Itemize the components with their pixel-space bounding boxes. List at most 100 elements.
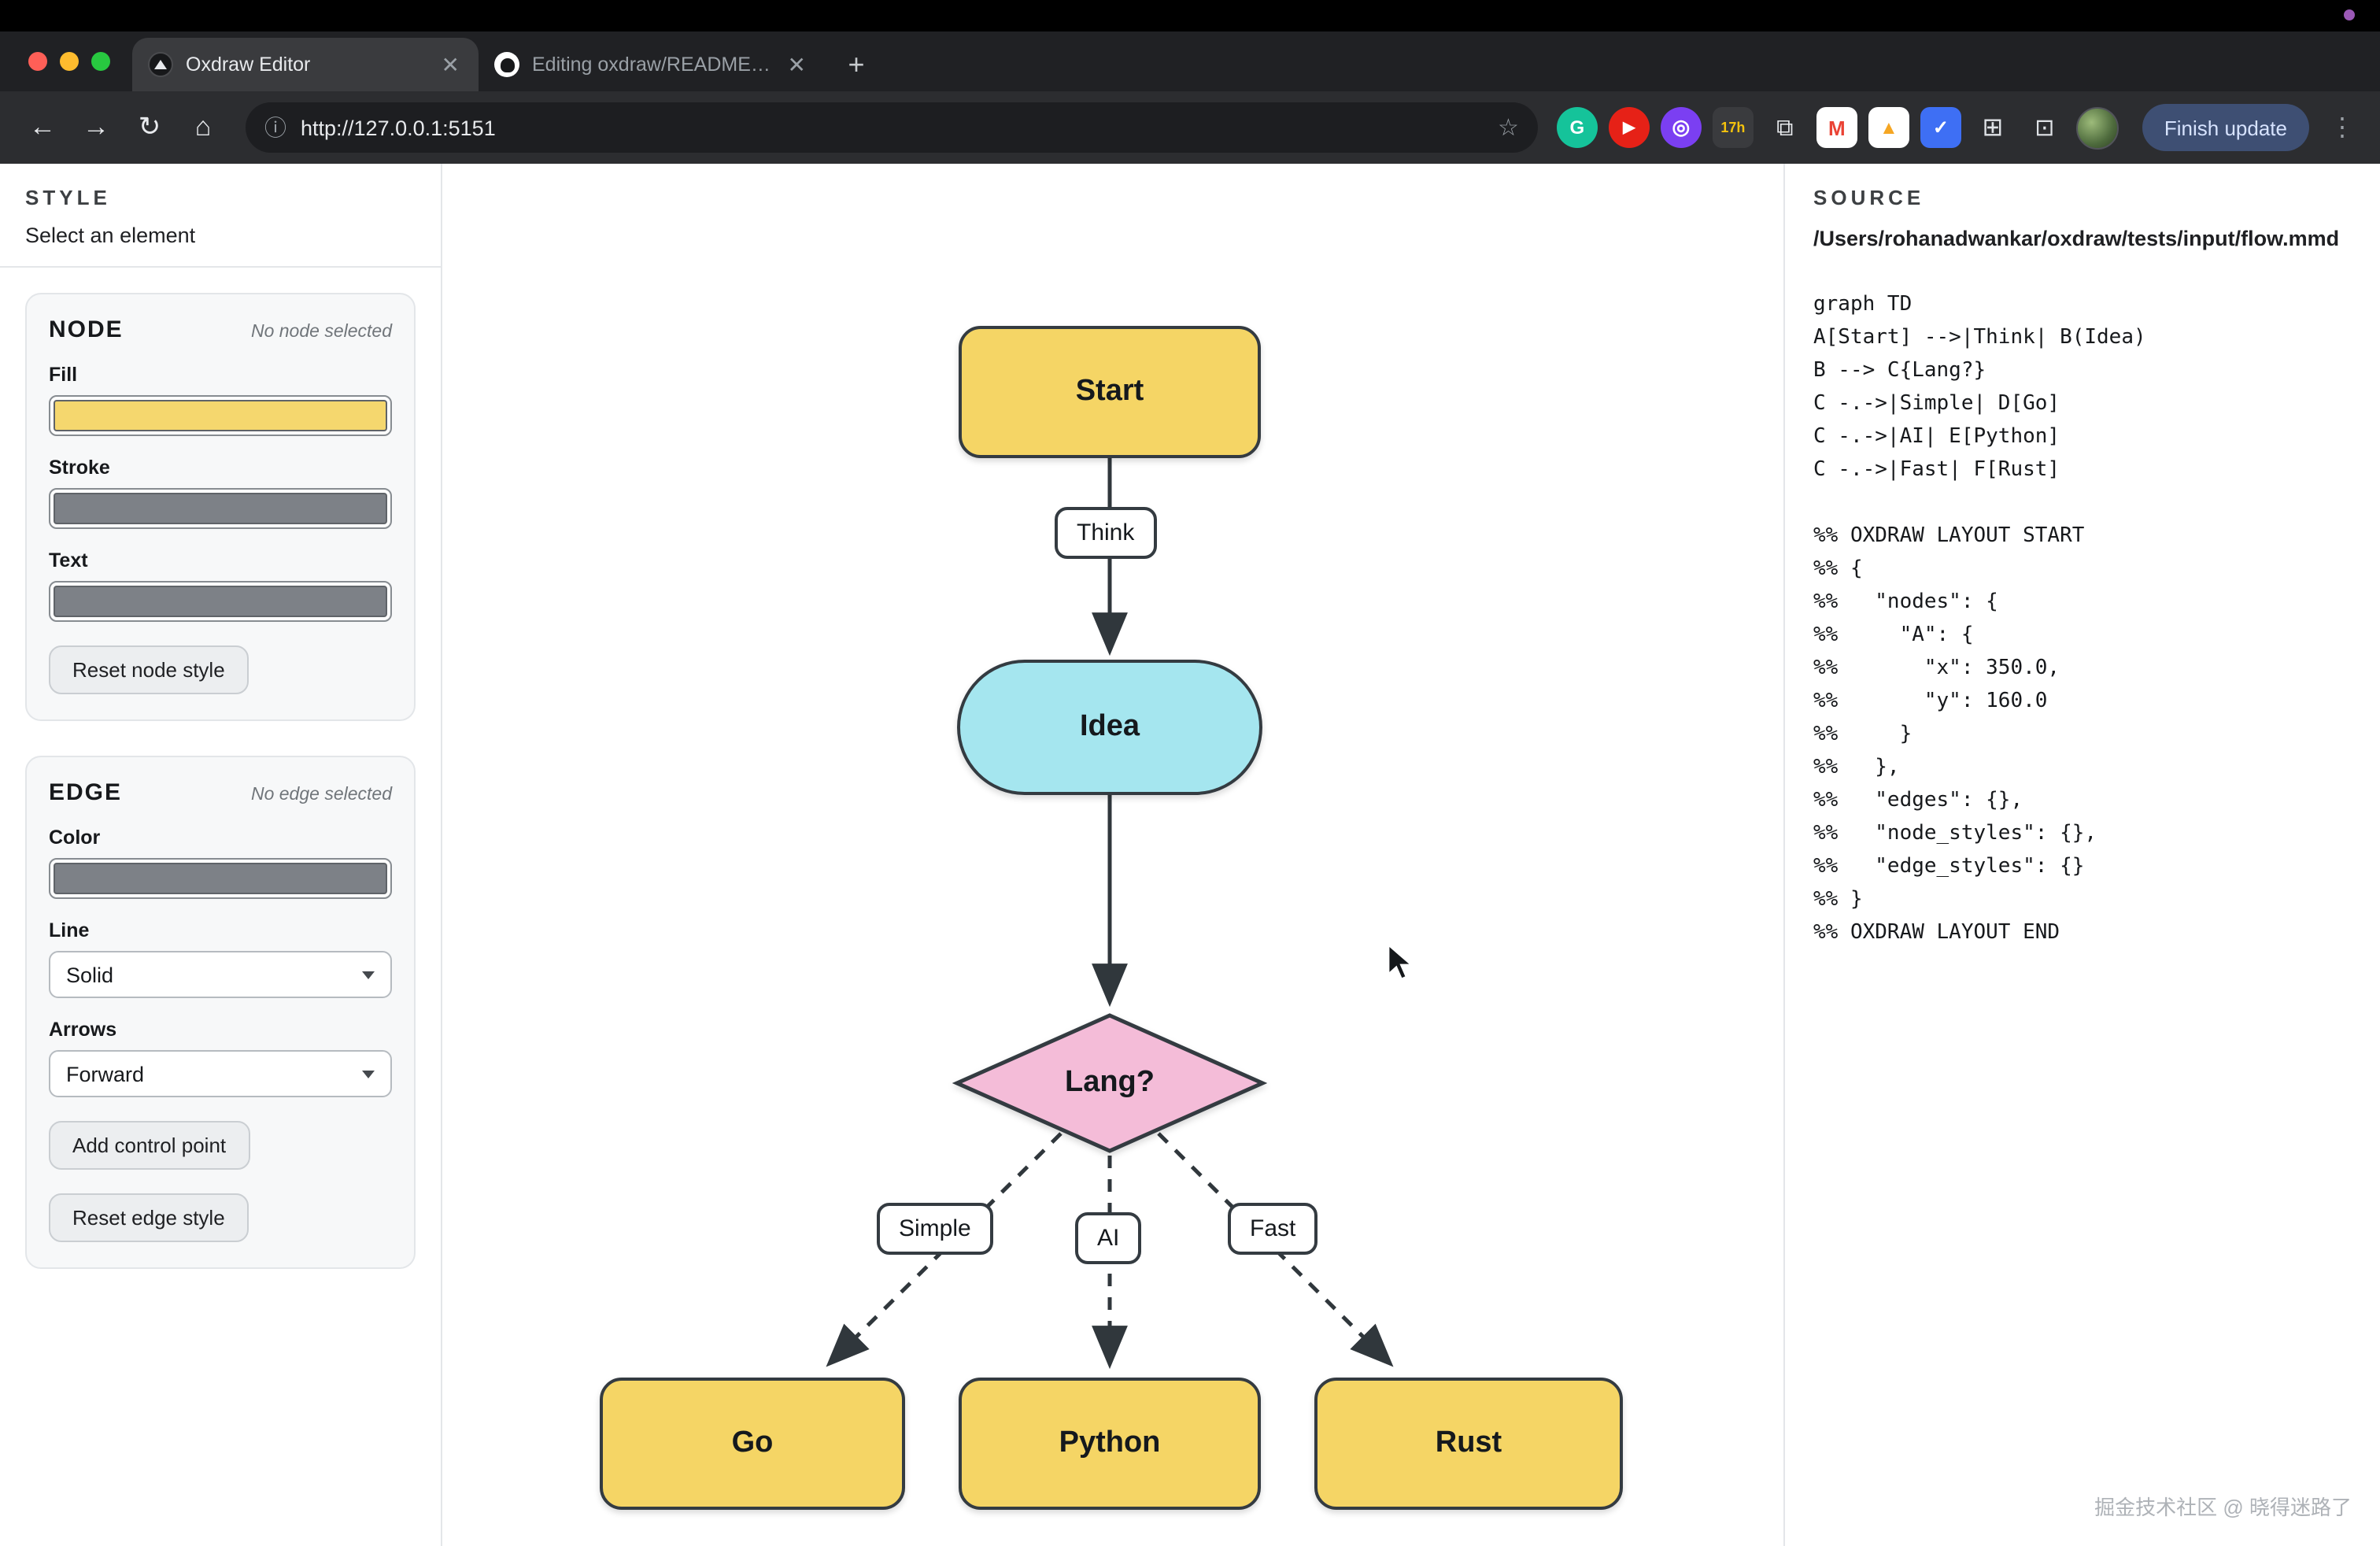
window-cursor-icon[interactable]: ⊡	[2024, 107, 2065, 148]
edge-label-think[interactable]: Think	[1055, 507, 1156, 559]
node-card-title: NODE	[49, 316, 124, 343]
code-line: C -.->|Fast| F[Rust]	[1813, 453, 2352, 486]
mouse-cursor	[1385, 943, 1420, 984]
reload-button[interactable]: ↻	[126, 104, 173, 151]
extension-icons: G ▶ ◎ 17h ⧉ M ▲ ✓ ⊞ ⊡ Finish update ⋮	[1557, 104, 2361, 151]
node-go[interactable]: Go	[600, 1378, 905, 1510]
edge-color-input[interactable]	[49, 858, 392, 899]
edge-label-text: Fast	[1250, 1215, 1295, 1242]
tab-title: Editing oxdraw/README.md a	[532, 54, 772, 76]
gmail-icon[interactable]: M	[1816, 107, 1857, 148]
node-fill-color-value	[54, 400, 387, 431]
code-line	[1813, 486, 2352, 520]
forward-button[interactable]: →	[72, 104, 120, 151]
node-rust[interactable]: Rust	[1314, 1378, 1623, 1510]
reset-node-style-button[interactable]: Reset node style	[49, 645, 249, 694]
tab-github-readme[interactable]: Editing oxdraw/README.md a ✕	[479, 38, 825, 91]
code-line: %% OXDRAW LAYOUT START	[1813, 520, 2352, 553]
code-line: C -.->|Simple| D[Go]	[1813, 387, 2352, 420]
line-label: Line	[49, 919, 392, 941]
node-python[interactable]: Python	[959, 1378, 1261, 1510]
node-label: Go	[732, 1426, 774, 1461]
url-text[interactable]: http://127.0.0.1:5151	[301, 116, 1484, 139]
edge-label-text: Think	[1077, 520, 1134, 546]
text-label: Text	[49, 549, 392, 571]
photos-icon[interactable]: ▲	[1868, 107, 1909, 148]
code-line: B --> C{Lang?}	[1813, 354, 2352, 387]
browser-toolbar: ← → ↻ ⌂ ⓘ http://127.0.0.1:5151 ☆ G ▶ ◎ …	[0, 91, 2380, 164]
code-line: C -.->|AI| E[Python]	[1813, 420, 2352, 453]
code-line: %% "x": 350.0,	[1813, 652, 2352, 685]
node-stroke-color-input[interactable]	[49, 488, 392, 529]
node-text-color-value	[54, 586, 387, 617]
tab-strip: Oxdraw Editor ✕ Editing oxdraw/README.md…	[0, 31, 2380, 91]
new-tab-button[interactable]: +	[834, 43, 878, 87]
edge-card-title: EDGE	[49, 779, 122, 806]
finish-update-button[interactable]: Finish update	[2142, 104, 2309, 151]
node-card-status: No node selected	[251, 323, 392, 342]
back-button[interactable]: ←	[19, 104, 66, 151]
tab-close-icon[interactable]: ✕	[438, 51, 463, 78]
tab-oxdraw-editor[interactable]: Oxdraw Editor ✕	[132, 38, 479, 91]
node-label: Lang?	[1065, 1066, 1155, 1100]
tab-close-icon[interactable]: ✕	[785, 51, 809, 78]
node-label: Start	[1076, 375, 1144, 409]
arrows-select[interactable]: Forward	[49, 1050, 392, 1097]
cast-icon[interactable]: ◎	[1661, 107, 1702, 148]
watermark-text: 掘金技术社区 @ 晓得迷路了	[2094, 1491, 2352, 1521]
reset-edge-style-button[interactable]: Reset edge style	[49, 1193, 249, 1242]
profile-avatar[interactable]	[2076, 106, 2119, 149]
code-line: %% },	[1813, 751, 2352, 784]
node-lang[interactable]: Lang?	[952, 1011, 1267, 1156]
source-panel-title: SOURCE	[1813, 186, 2352, 209]
edge-label-simple[interactable]: Simple	[877, 1203, 993, 1255]
docs-check-icon[interactable]: ✓	[1920, 107, 1961, 148]
maximize-window-button[interactable]	[91, 52, 110, 71]
style-panel: STYLE Select an element NODE No node sel…	[0, 164, 442, 1546]
mermaid-source-code: graph TD A[Start] -->|Think| B(Idea) B -…	[1813, 288, 2352, 949]
home-button[interactable]: ⌂	[179, 104, 227, 151]
bookmark-star-icon[interactable]: ☆	[1498, 113, 1519, 142]
site-info-icon[interactable]: ⓘ	[264, 112, 286, 143]
arrows-label: Arrows	[49, 1019, 392, 1041]
copy-icon[interactable]: ⧉	[1765, 107, 1805, 148]
fill-label: Fill	[49, 364, 392, 386]
edge-label-ai[interactable]: AI	[1075, 1212, 1141, 1264]
timer-extension-icon[interactable]: 17h	[1713, 107, 1754, 148]
edge-card-status: No edge selected	[251, 786, 392, 804]
github-favicon-icon	[494, 52, 519, 77]
node-idea[interactable]: Idea	[957, 660, 1262, 795]
node-label: Idea	[1080, 710, 1140, 745]
code-line: %% }	[1813, 883, 2352, 916]
color-label: Color	[49, 827, 392, 849]
line-style-select[interactable]: Solid	[49, 951, 392, 998]
style-panel-title: STYLE	[25, 186, 416, 209]
source-file-path: /Users/rohanadwankar/oxdraw/tests/input/…	[1813, 225, 2352, 253]
screen: Oxdraw Editor ✕ Editing oxdraw/README.md…	[0, 0, 2380, 1546]
youtube-icon[interactable]: ▶	[1609, 107, 1650, 148]
minimize-window-button[interactable]	[60, 52, 79, 71]
node-stroke-color-value	[54, 493, 387, 524]
code-line: %% OXDRAW LAYOUT END	[1813, 916, 2352, 949]
add-control-point-button[interactable]: Add control point	[49, 1121, 249, 1170]
style-panel-subtitle: Select an element	[25, 224, 416, 247]
traffic-lights	[22, 31, 132, 91]
diagram-canvas[interactable]: Start Think Idea Lang? Simple AI Fa	[442, 164, 1783, 1546]
node-fill-color-input[interactable]	[49, 395, 392, 436]
chevron-down-icon	[362, 1070, 375, 1078]
code-line: %% "y": 160.0	[1813, 685, 2352, 718]
address-bar[interactable]: ⓘ http://127.0.0.1:5151 ☆	[246, 102, 1538, 153]
grammarly-icon[interactable]: G	[1557, 107, 1598, 148]
line-style-value: Solid	[66, 963, 113, 986]
close-window-button[interactable]	[28, 52, 47, 71]
extensions-puzzle-icon[interactable]: ⊞	[1972, 107, 2013, 148]
node-start[interactable]: Start	[959, 326, 1261, 458]
code-line: graph TD	[1813, 288, 2352, 321]
notification-dot	[2344, 9, 2355, 20]
edge-label-fast[interactable]: Fast	[1228, 1203, 1318, 1255]
code-line: %% "nodes": {	[1813, 586, 2352, 619]
stroke-label: Stroke	[49, 457, 392, 479]
node-text-color-input[interactable]	[49, 581, 392, 622]
browser-menu-icon[interactable]: ⋮	[2320, 112, 2361, 143]
node-label: Python	[1059, 1426, 1161, 1461]
